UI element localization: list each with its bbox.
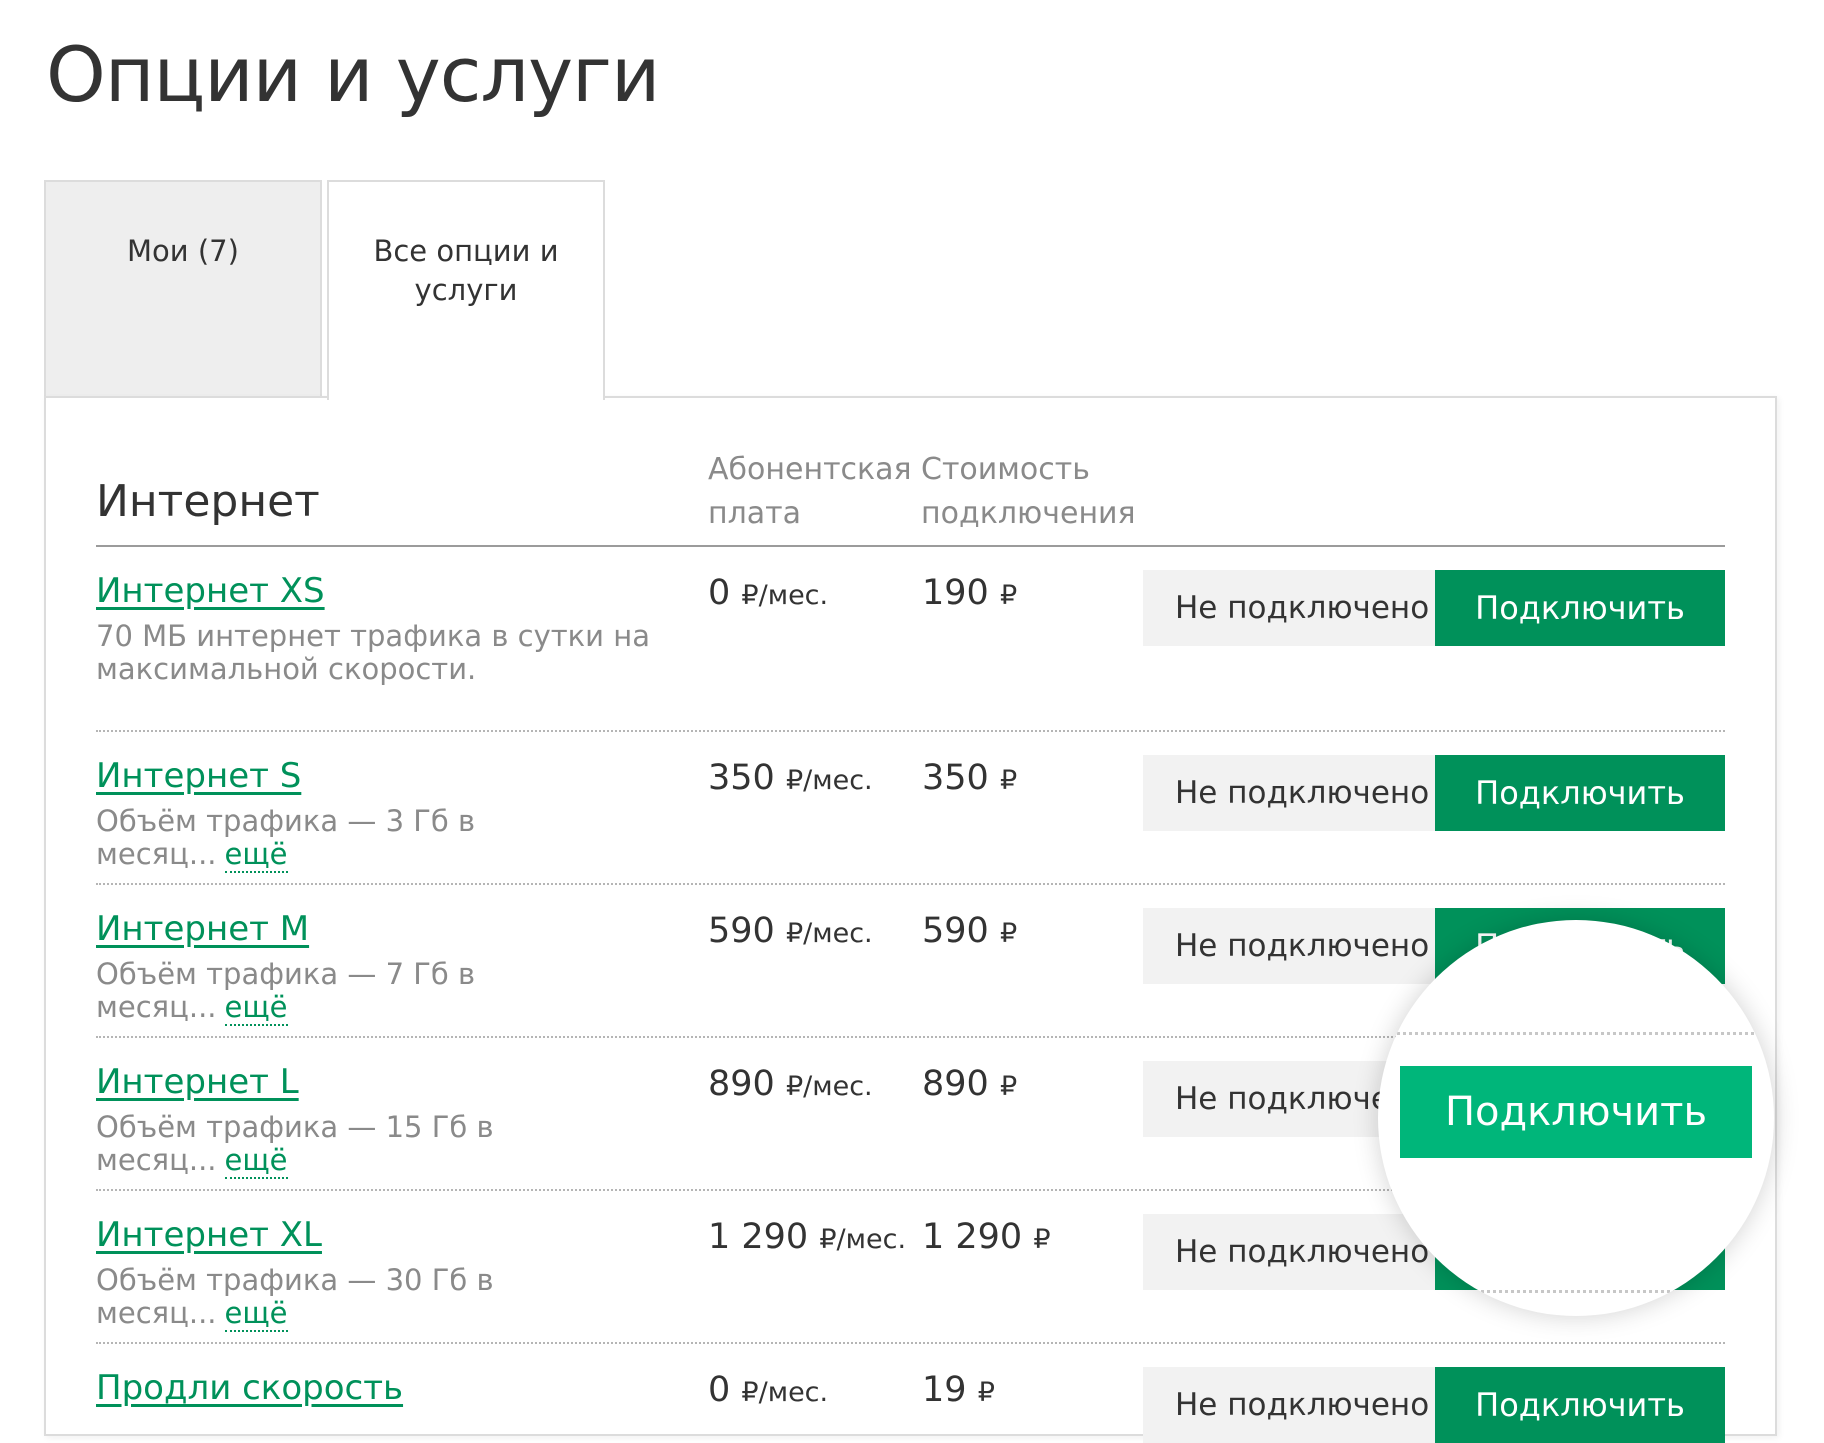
option-description-text: Объём трафика — 30 Гб в месяц... xyxy=(96,1263,494,1330)
status-label: Не подключено xyxy=(1143,1367,1435,1443)
option-description-text: Объём трафика — 15 Гб в месяц... xyxy=(96,1110,494,1177)
more-link[interactable]: ещё xyxy=(224,1143,288,1179)
monthly-fee: 590 ₽/мес. xyxy=(708,910,873,955)
connection-cost: 890 ₽ xyxy=(922,1063,1017,1108)
option-name-link[interactable]: Продли скорость xyxy=(96,1367,403,1409)
fee-unit: ₽/мес. xyxy=(741,1377,829,1408)
fee-value: 350 xyxy=(708,758,775,798)
fee-unit: ₽/мес. xyxy=(785,765,873,796)
more-link[interactable]: ещё xyxy=(224,990,288,1026)
column-header-fee: Абонентская плата xyxy=(708,452,912,531)
fee-unit: ₽/мес. xyxy=(785,1071,873,1102)
option-description: Объём трафика — 3 Гб в месяц... ещё xyxy=(96,805,656,873)
option-name-link[interactable]: Интернет M xyxy=(96,908,309,950)
cost-value: 350 xyxy=(922,758,989,798)
status-label: Не подключено xyxy=(1143,755,1435,831)
tab-all-options[interactable]: Все опции и услуги xyxy=(327,180,605,400)
magnifier-divider xyxy=(1378,1032,1774,1035)
fee-value: 890 xyxy=(708,1064,775,1104)
fee-unit: ₽/мес. xyxy=(785,918,873,949)
fee-value: 0 xyxy=(708,1370,731,1410)
fee-unit: ₽/мес. xyxy=(819,1224,907,1255)
monthly-fee: 0 ₽/мес. xyxy=(708,1369,828,1414)
page-title: Опции и услуги xyxy=(46,30,660,119)
status-label: Не подключено xyxy=(1143,908,1435,984)
cost-unit: ₽ xyxy=(999,580,1018,611)
magnified-connect-button[interactable]: Подключить xyxy=(1400,1066,1752,1158)
cost-value: 19 xyxy=(922,1370,967,1410)
monthly-fee: 350 ₽/мес. xyxy=(708,757,873,802)
option-description: Объём трафика — 7 Гб в месяц... ещё xyxy=(96,958,656,1026)
option-description-text: 70 МБ интернет трафика в сутки на максим… xyxy=(96,619,650,686)
fee-unit: ₽/мес. xyxy=(741,580,829,611)
connection-cost: 19 ₽ xyxy=(922,1369,995,1414)
monthly-fee: 0 ₽/мес. xyxy=(708,572,828,617)
tab-label: Все опции и услуги xyxy=(373,234,559,307)
cost-unit: ₽ xyxy=(999,918,1018,949)
magnifier-divider xyxy=(1378,1290,1774,1293)
connect-button[interactable]: Подключить xyxy=(1435,755,1725,831)
option-name-link[interactable]: Интернет S xyxy=(96,755,301,797)
row-divider xyxy=(96,883,1725,885)
connect-button[interactable]: Подключить xyxy=(1435,570,1725,646)
monthly-fee: 890 ₽/мес. xyxy=(708,1063,873,1108)
row-divider xyxy=(96,1342,1725,1344)
cost-unit: ₽ xyxy=(1033,1224,1051,1255)
connection-cost: 350 ₽ xyxy=(922,757,1017,802)
cost-unit: ₽ xyxy=(999,1071,1018,1102)
fee-value: 1 290 xyxy=(708,1217,809,1257)
option-name-link[interactable]: Интернет L xyxy=(96,1061,299,1103)
more-link[interactable]: ещё xyxy=(224,1296,288,1332)
row-divider xyxy=(96,730,1725,732)
column-header-cost: Стоимость подключения xyxy=(921,452,1136,531)
cost-unit: ₽ xyxy=(977,1377,995,1408)
option-name-link[interactable]: Интернет XS xyxy=(96,570,325,612)
option-description: Объём трафика — 30 Гб в месяц... ещё xyxy=(96,1263,656,1332)
cost-value: 190 xyxy=(922,573,989,613)
section-title: Интернет xyxy=(96,476,320,527)
connection-cost: 1 290 ₽ xyxy=(922,1216,1051,1261)
connect-button[interactable]: Подключить xyxy=(1435,1367,1725,1443)
cost-value: 1 290 xyxy=(922,1217,1023,1257)
connection-cost: 590 ₽ xyxy=(922,910,1017,955)
option-description: 70 МБ интернет трафика в сутки на максим… xyxy=(96,620,656,686)
option-name-link[interactable]: Интернет XL xyxy=(96,1214,322,1256)
more-link[interactable]: ещё xyxy=(224,837,288,873)
tab-label: Мои (7) xyxy=(127,234,239,268)
monthly-fee: 1 290 ₽/мес. xyxy=(708,1216,906,1261)
option-description: Объём трафика — 15 Гб в месяц... ещё xyxy=(96,1110,656,1179)
cost-unit: ₽ xyxy=(999,765,1018,796)
tab-my[interactable]: Мои (7) xyxy=(44,180,322,398)
fee-value: 590 xyxy=(708,911,775,951)
cost-value: 890 xyxy=(922,1064,989,1104)
connection-cost: 190 ₽ xyxy=(922,572,1017,617)
status-label: Не подключено xyxy=(1143,1214,1435,1290)
header-divider xyxy=(96,545,1725,547)
fee-value: 0 xyxy=(708,573,731,613)
status-label: Не подключено xyxy=(1143,570,1435,646)
cost-value: 590 xyxy=(922,911,989,951)
magnifier-callout: Подключить xyxy=(1378,920,1774,1316)
